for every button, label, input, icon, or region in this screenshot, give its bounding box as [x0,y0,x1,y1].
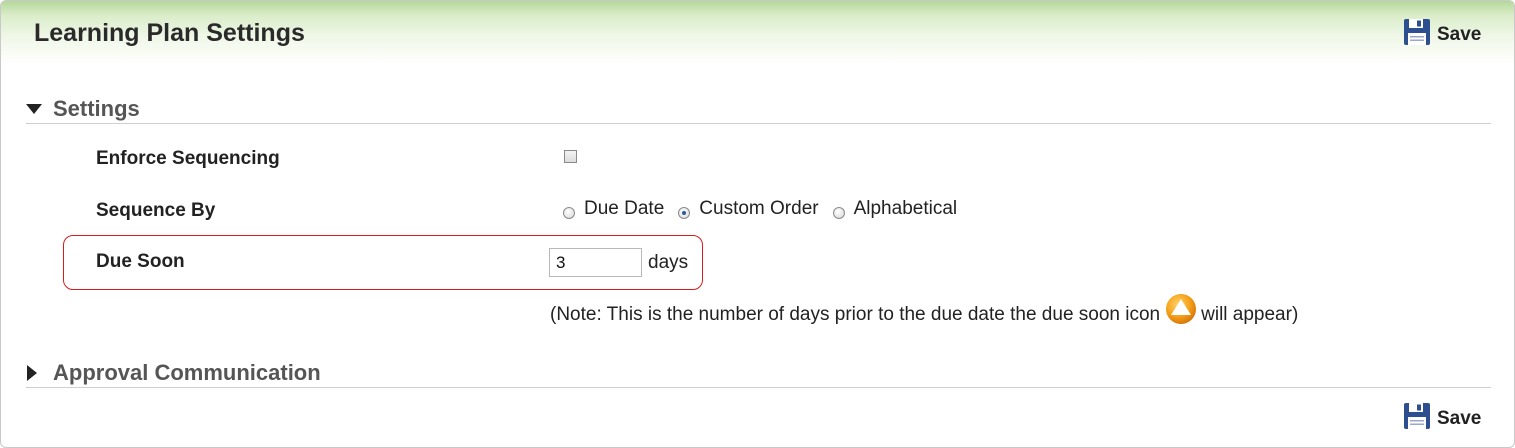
section-header-approval-communication[interactable]: Approval Communication [26,358,1491,388]
section-title-approval-communication: Approval Communication [53,359,321,385]
radio-option-due-date[interactable]: Due Date [563,198,664,220]
radio-label-custom-order: Custom Order [699,198,819,219]
learning-plan-settings-panel: Learning Plan Settings Save Settings Enf… [0,0,1515,448]
radio-option-alphabetical[interactable]: Alphabetical [832,198,958,220]
triangle-down-icon [26,98,48,120]
enforce-sequencing-checkbox[interactable] [564,150,577,163]
radio-custom-order[interactable] [678,206,691,219]
triangle-right-icon [26,362,48,384]
due-soon-note: (Note: This is the number of days prior … [550,294,1299,331]
note-text-after: will appear) [1201,304,1299,325]
sequence-by-radio-group: Due Date Custom Order Alphabetical [563,198,971,220]
save-button-label: Save [1437,408,1482,429]
note-text-before: (Note: This is the number of days prior … [550,304,1161,325]
page-title: Learning Plan Settings [34,19,305,47]
floppy-disk-icon [1403,18,1431,52]
save-button-bottom[interactable]: Save [1403,402,1481,436]
panel-header: Learning Plan Settings Save [1,1,1514,65]
days-unit-label: days [648,252,689,273]
save-button-label: Save [1437,24,1482,45]
due-soon-warning-icon [1165,293,1197,325]
radio-due-date[interactable] [563,206,575,219]
section-header-settings[interactable]: Settings [26,94,1491,124]
enforce-sequencing-label: Enforce Sequencing [96,148,280,169]
section-title-settings: Settings [53,95,140,121]
radio-label-due-date: Due Date [584,198,665,219]
save-button-top[interactable]: Save [1403,18,1481,52]
due-soon-days-input[interactable] [549,248,642,277]
radio-option-custom-order[interactable]: Custom Order [678,198,819,220]
sequence-by-label: Sequence By [96,200,216,221]
due-soon-label: Due Soon [96,251,185,272]
radio-label-alphabetical: Alphabetical [853,198,958,219]
floppy-disk-icon [1403,402,1431,436]
radio-alphabetical[interactable] [832,206,845,219]
